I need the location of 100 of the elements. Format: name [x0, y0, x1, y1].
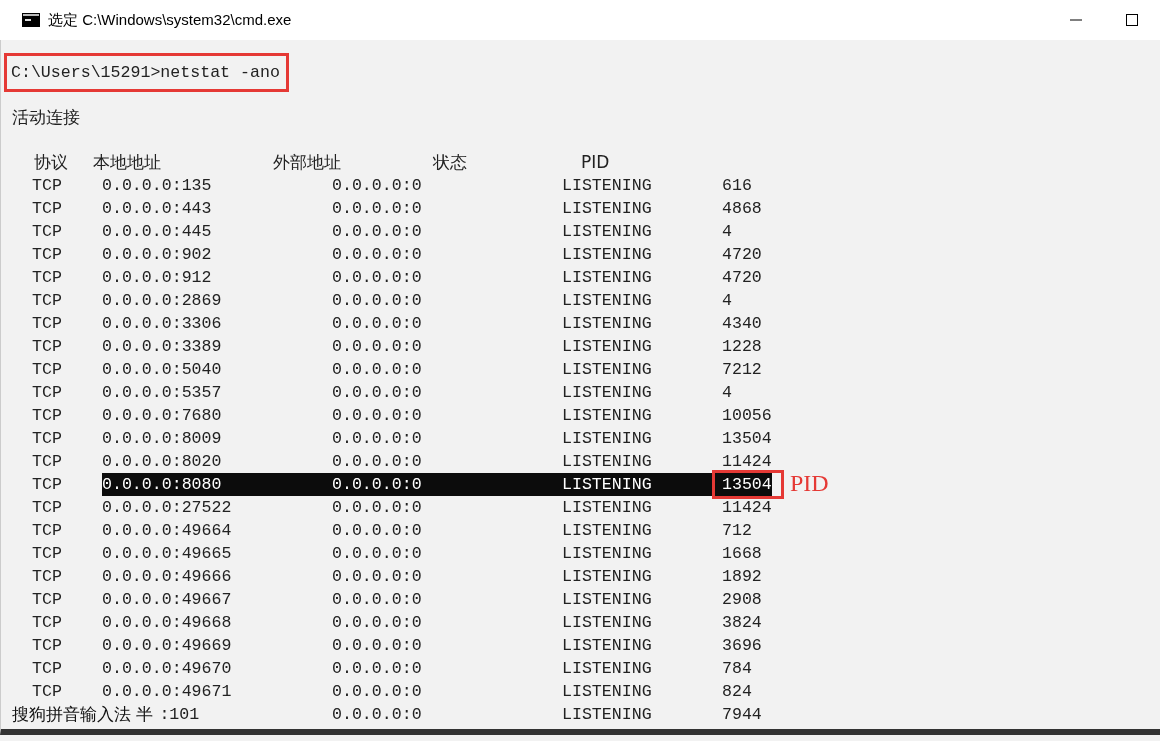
table-cell-text: TCP — [32, 359, 62, 381]
table-cell-text: 0.0.0.0:49667 — [102, 589, 232, 611]
table-cell-text: 0.0.0.0:8009 — [102, 428, 222, 450]
table-cell-text: TCP — [32, 221, 62, 243]
table-cell-text: TCP — [32, 474, 62, 496]
table-cell-text: 0.0.0.0:7680 — [102, 405, 222, 427]
table-cell-text: LISTENING — [562, 359, 652, 381]
window-title: 选定 C:\Windows\system32\cmd.exe — [48, 10, 293, 30]
table-cell-text: 0.0.0.0:0 — [332, 658, 422, 680]
table-cell: 7944 — [722, 705, 762, 724]
table-cell-text: 0.0.0.0:135 — [102, 175, 212, 197]
table-cell-text: LISTENING — [562, 658, 652, 680]
table-cell: 2908 — [722, 590, 762, 609]
table-cell: 712 — [722, 521, 752, 540]
table-cell: 4720 — [722, 245, 762, 264]
table-cell-text: LISTENING — [562, 566, 652, 588]
table-cell: 4720 — [722, 268, 762, 287]
table-cell-text: 0.0.0.0:0 — [332, 221, 422, 243]
table-cell-text: 0.0.0.0:0 — [332, 244, 422, 266]
table-cell-text: TCP — [32, 336, 62, 358]
table-cell-text: LISTENING — [562, 336, 652, 358]
table-cell-text: TCP — [32, 290, 62, 312]
table-cell: 4 — [722, 291, 732, 310]
table-cell-text: 0.0.0.0:0 — [332, 589, 422, 611]
column-header: 状态 — [433, 151, 467, 174]
table-cell: 0.0.0.0:8080 — [102, 473, 332, 496]
table-cell-text: TCP — [32, 681, 62, 703]
table-cell-text: LISTENING — [562, 589, 652, 611]
column-header: 外部地址 — [273, 151, 341, 174]
table-cell: 11424 — [722, 452, 772, 471]
table-cell-text: LISTENING — [562, 681, 652, 703]
table-cell-text: 0.0.0.0:49668 — [102, 612, 232, 634]
table-cell-text: LISTENING — [562, 635, 652, 657]
table-cell-text: TCP — [32, 451, 62, 473]
table-cell-text: TCP — [32, 405, 62, 427]
table-cell-text: TCP — [32, 382, 62, 404]
table-cell-text: 0.0.0.0:5040 — [102, 359, 222, 381]
table-cell-text: 0.0.0.0:0 — [332, 497, 422, 519]
table-cell-text: 0.0.0.0:0 — [332, 566, 422, 588]
command-line: C:\Users\15291>netstat -ano — [4, 53, 289, 92]
table-cell: 3696 — [722, 636, 762, 655]
table-cell-text: TCP — [32, 566, 62, 588]
table-cell: 1892 — [722, 567, 762, 586]
table-cell: 3824 — [722, 613, 762, 632]
table-cell-text: 0.0.0.0:0 — [332, 451, 422, 473]
table-cell-text: LISTENING — [562, 497, 652, 519]
table-cell-text: LISTENING — [562, 290, 652, 312]
table-cell-text: 0.0.0.0:49669 — [102, 635, 232, 657]
table-cell: 824 — [722, 682, 752, 701]
table-cell-text: 0.0.0.0:0 — [332, 405, 422, 427]
table-cell-text: 0.0.0.0:0 — [332, 612, 422, 634]
table-cell-text: 0.0.0.0:902 — [102, 244, 212, 266]
maximize-icon[interactable] — [1126, 14, 1138, 26]
table-cell-text: 0.0.0.0:0 — [332, 336, 422, 358]
table-cell: 1668 — [722, 544, 762, 563]
column-header: PID — [581, 151, 610, 174]
table-cell-text: 0.0.0.0:49670 — [102, 658, 232, 680]
table-cell-text: LISTENING — [562, 405, 652, 427]
table-cell-text: 0.0.0.0:0 — [332, 198, 422, 220]
table-cell-text: 0.0.0.0:49664 — [102, 520, 232, 542]
table-cell-text: 0.0.0.0:0 — [332, 681, 422, 703]
table-cell-text: TCP — [32, 198, 62, 220]
table-cell-text: 0.0.0.0:8020 — [102, 451, 222, 473]
table-cell-text: LISTENING — [562, 175, 652, 197]
table-cell: 13504 — [722, 473, 772, 496]
table-cell-text: 0.0.0.0:3389 — [102, 336, 222, 358]
table-cell-text: TCP — [32, 244, 62, 266]
table-cell-text: LISTENING — [562, 313, 652, 335]
highlight-box — [712, 470, 784, 499]
table-cell-text: :101 — [159, 704, 200, 726]
table-cell-text: LISTENING — [562, 612, 652, 634]
table-cell-text: 0.0.0.0:443 — [102, 198, 212, 220]
table-cell: 784 — [722, 659, 752, 678]
table-cell: 11424 — [722, 498, 772, 517]
table-cell-text: TCP — [32, 267, 62, 289]
table-cell-text: LISTENING — [562, 451, 652, 473]
table-cell-text: LISTENING — [562, 704, 652, 726]
table-cell-text: 0.0.0.0:49666 — [102, 566, 232, 588]
table-cell-text: LISTENING — [562, 267, 652, 289]
table-cell: 0.0.0.0:0 — [332, 473, 562, 496]
callout-label: PID — [790, 472, 829, 495]
table-cell: 10056 — [722, 406, 772, 425]
table-cell-text: 0.0.0.0:0 — [332, 267, 422, 289]
table-cell-text: 0.0.0.0:0 — [332, 704, 422, 726]
table-cell-text: 0.0.0.0:0 — [332, 359, 422, 381]
table-cell-text: TCP — [32, 520, 62, 542]
table-cell: 13504 — [722, 429, 772, 448]
table-cell-text: 0.0.0.0:3306 — [102, 313, 222, 335]
table-cell-text: TCP — [32, 612, 62, 634]
table-cell-text: LISTENING — [562, 221, 652, 243]
table-cell-text: 0.0.0.0:5357 — [102, 382, 222, 404]
table-cell-text: 0.0.0.0:27522 — [102, 497, 232, 519]
table-cell-text: 0.0.0.0:0 — [332, 635, 422, 657]
table-cell-text: 0.0.0.0:0 — [332, 543, 422, 565]
table-cell-text: 0.0.0.0:445 — [102, 221, 212, 243]
table-cell-text: LISTENING — [562, 520, 652, 542]
table-cell: 1228 — [722, 337, 762, 356]
table-cell-text: 0.0.0.0:0 — [332, 428, 422, 450]
console-icon — [22, 13, 40, 27]
table-cell-text: LISTENING — [562, 543, 652, 565]
